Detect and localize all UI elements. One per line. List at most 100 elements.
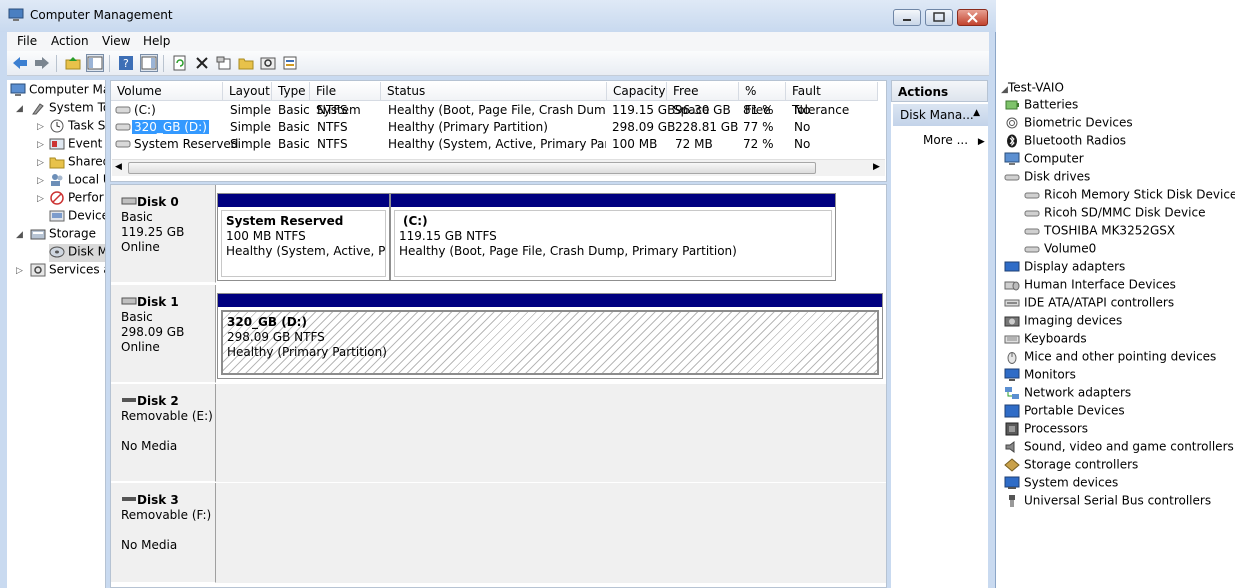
table-row[interactable]: (C:) Simple Basic NTFS Healthy (Boot, Pa… [112,102,882,119]
collapse-up-icon[interactable]: ▲ [973,108,980,118]
disk-0-label[interactable]: Disk 0 Basic 119.25 GB Online [111,185,216,283]
partition-system-reserved[interactable]: System Reserved 100 MB NTFS Healthy (Sys… [217,193,390,281]
tree-item-event-viewer[interactable]: Event V [49,136,105,154]
device-category-system-devices[interactable]: System devices [1004,475,1118,493]
device-category-keyboards[interactable]: Keyboards [1004,331,1087,349]
show-hide-action-pane-icon[interactable] [140,54,158,72]
device-category-label: System devices [1024,475,1119,490]
volume-layout: Simple [230,137,271,151]
expand-arrow-icon[interactable]: ▷ [37,158,44,168]
column-header-percent-free[interactable]: % Free [739,82,786,117]
collapse-arrow-icon[interactable]: ◢ [16,104,23,114]
tree-item-computer-management[interactable]: Computer Ma [10,82,105,100]
disk-name: Disk 2 [137,394,179,408]
close-button[interactable] [957,9,988,26]
tree-item-storage[interactable]: Storage [30,226,96,244]
refresh-icon[interactable] [171,54,189,72]
help-icon[interactable]: ? [117,54,135,72]
device-category-storage-controllers[interactable]: Storage controllers [1004,457,1138,475]
tree-item-shared-folders[interactable]: Shared [49,154,105,172]
device-category-label: Network adapters [1024,385,1132,400]
device-category-display-adapters[interactable]: Display adapters [1004,259,1125,277]
scroll-right-icon[interactable]: ▶ [873,162,880,172]
menu-action[interactable]: Action [51,34,89,48]
device-category-imaging[interactable]: Imaging devices [1004,313,1122,331]
delete-icon[interactable] [193,54,211,72]
menu-view[interactable]: View [102,34,130,48]
back-arrow-icon[interactable] [11,54,29,72]
expand-arrow-icon[interactable]: ▷ [37,194,44,204]
column-header-file-system[interactable]: File System [310,82,381,117]
expand-arrow-icon[interactable]: ▷ [37,140,44,150]
tree-item-disk-management[interactable]: Disk M [49,244,105,262]
disk-type: Basic [121,310,153,324]
tree-item-services[interactable]: Services ar [30,262,105,280]
disk-3-label[interactable]: Disk 3 Removable (F:) No Media [111,483,216,583]
properties-icon[interactable] [215,54,233,72]
more-actions-link[interactable]: More ... ▶ [923,133,985,147]
partition-c[interactable]: (C:) 119.15 GB NTFS Healthy (Boot, Page … [390,193,836,281]
tree-item-task-scheduler[interactable]: Task S [49,118,105,136]
minimize-button[interactable] [893,9,921,26]
device-ricoh-sd-mmc[interactable]: Ricoh SD/MMC Disk Device [1024,205,1205,223]
device-category-batteries[interactable]: Batteries [1004,97,1078,115]
table-row[interactable]: System Reserved Simple Basic NTFS Health… [112,136,882,153]
maximize-button[interactable] [925,9,953,26]
menu-file[interactable]: File [17,34,37,48]
tree-item-device-manager[interactable]: Device [49,208,105,226]
collapse-arrow-icon[interactable]: ◢ [1001,85,1008,95]
title-bar[interactable]: Computer Management [0,0,996,32]
expand-arrow-icon[interactable]: ▷ [37,176,44,186]
forward-arrow-icon[interactable] [33,54,51,72]
tree-item-performance[interactable]: Perfor [49,190,104,208]
fingerprint-icon [1004,116,1020,130]
device-category-disk-drives[interactable]: Disk drives [1004,169,1090,187]
table-row[interactable]: 320_GB (D:) Simple Basic NTFS Healthy (P… [112,119,882,136]
device-category-computer[interactable]: Computer [1004,151,1084,169]
column-header-volume[interactable]: Volume [111,82,223,101]
expand-arrow-icon[interactable]: ▷ [16,266,23,276]
tree-item-local-users[interactable]: Local U [49,172,105,190]
device-category-label: Batteries [1024,97,1079,112]
disk-2-label[interactable]: Disk 2 Removable (E:) No Media [111,384,216,482]
column-header-layout[interactable]: Layout [223,82,272,101]
column-header-type[interactable]: Type [272,82,310,101]
column-header-status[interactable]: Status [381,82,607,101]
scrollbar-thumb[interactable] [128,162,816,174]
tree-item-system-tools[interactable]: System To [30,100,105,118]
device-volume0[interactable]: Volume0 [1024,241,1096,259]
device-category-ide[interactable]: IDE ATA/ATAPI controllers [1004,295,1174,313]
device-ricoh-memory-stick[interactable]: Ricoh Memory Stick Disk Device [1024,187,1235,205]
portable-device-icon [1004,404,1020,418]
device-category-monitors[interactable]: Monitors [1004,367,1076,385]
scroll-left-icon[interactable]: ◀ [115,162,122,172]
device-category-portable[interactable]: Portable Devices [1004,403,1125,421]
column-header-fault-tolerance[interactable]: Fault Tolerance [786,82,878,117]
device-toshiba-disk[interactable]: TOSHIBA MK3252GSX [1024,223,1175,241]
device-root-computer[interactable]: Test-VAIO [1008,80,1064,98]
collapse-arrow-icon[interactable]: ◢ [16,230,23,240]
column-header-free-space[interactable]: Free Space [667,82,739,117]
device-category-bluetooth[interactable]: Bluetooth Radios [1004,133,1126,151]
device-category-processors[interactable]: Processors [1004,421,1088,439]
device-category-sound[interactable]: Sound, video and game controllers [1004,439,1234,457]
horizontal-scrollbar[interactable]: ◀ ▶ [112,159,885,176]
partition-d[interactable]: 320_GB (D:) 298.09 GB NTFS Healthy (Prim… [217,293,883,379]
column-header-capacity[interactable]: Capacity [607,82,667,101]
find-icon[interactable] [259,54,277,72]
device-category-usb[interactable]: Universal Serial Bus controllers [1004,493,1211,511]
menu-help[interactable]: Help [143,34,170,48]
expand-arrow-icon[interactable]: ▷ [37,122,44,132]
device-category-network[interactable]: Network adapters [1004,385,1131,403]
device-category-mice[interactable]: Mice and other pointing devices [1004,349,1216,367]
actions-disk-management[interactable]: Disk Mana... ▲ [893,104,988,126]
device-category-label: Portable Devices [1024,403,1125,418]
show-hide-console-tree-icon[interactable] [86,54,104,72]
device-category-biometric[interactable]: Biometric Devices [1004,115,1133,133]
settings-icon[interactable] [281,54,299,72]
device-category-hid[interactable]: Human Interface Devices [1004,277,1176,295]
disk-1-label[interactable]: Disk 1 Basic 298.09 GB Online [111,285,216,383]
volume-percent-free: 72 % [743,137,774,151]
up-folder-icon[interactable] [64,54,82,72]
open-folder-icon[interactable] [237,54,255,72]
